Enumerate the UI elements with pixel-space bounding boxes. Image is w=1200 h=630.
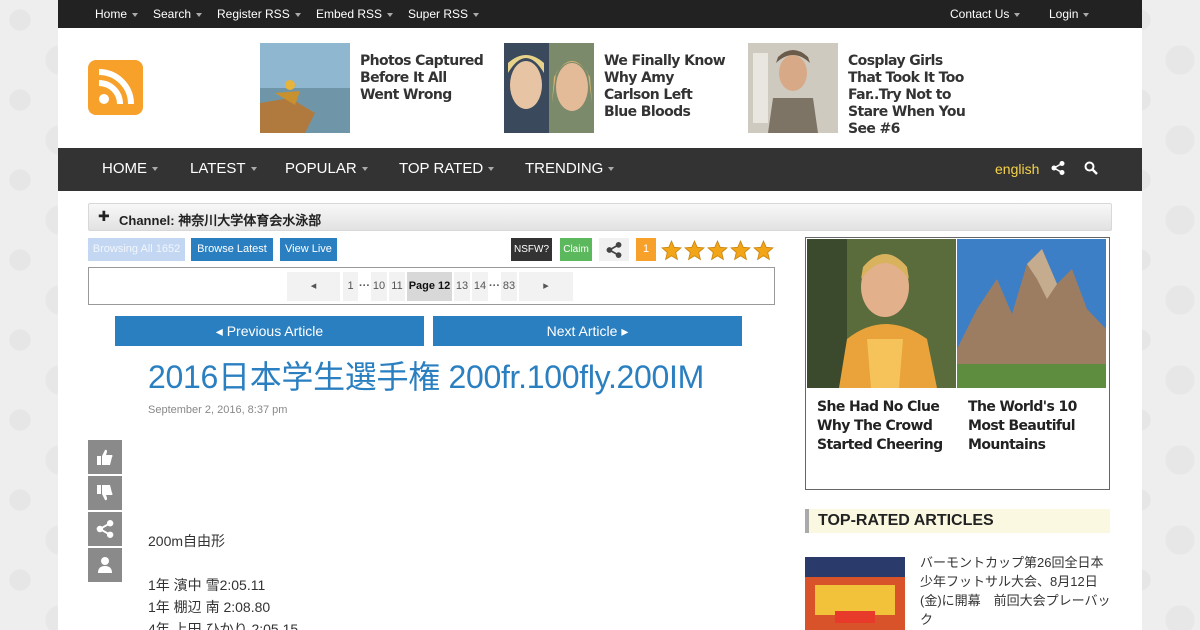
plus-icon: ✚ (98, 208, 110, 224)
chevron-down-icon (196, 12, 203, 17)
chevron-down-icon (488, 167, 495, 172)
top-rated-title: TOP-RATED ARTICLES (818, 512, 994, 529)
chevron-down-icon (608, 167, 615, 172)
next-article-button[interactable]: Next Article ▸ (433, 316, 742, 346)
language-selector[interactable]: english (995, 161, 1039, 177)
channel-bar[interactable]: ✚ Channel: 神奈川大学体育会水泳部 (88, 203, 1112, 231)
pager-page-link[interactable]: 1 (343, 272, 358, 301)
star-icon[interactable] (661, 240, 682, 261)
main-nav-trending[interactable]: TRENDING (525, 160, 615, 177)
article-title: 2016日本学生選手権 200fr.100fly.200IM (148, 359, 704, 395)
chevron-down-icon (152, 167, 158, 172)
promo-thumbnail (504, 43, 594, 133)
author-button[interactable] (88, 548, 122, 582)
chevron-down-icon (1014, 12, 1021, 17)
star-icon[interactable] (707, 240, 728, 261)
star-icon[interactable] (684, 240, 705, 261)
sidebar-card-image[interactable] (957, 239, 1106, 388)
sidebar-card-title[interactable]: She Had No Clue Why The Crowd Started Ch… (817, 398, 955, 455)
previous-article-button[interactable]: ◂ Previous Article (115, 316, 424, 346)
pager-prev-button[interactable]: ◂ (287, 272, 340, 301)
share-button[interactable] (599, 238, 629, 261)
thumbs-up-icon (97, 449, 113, 465)
page: Home Search Register RSS Embed RSS Super… (58, 0, 1142, 630)
search-icon[interactable] (1084, 161, 1098, 180)
top-nav-contact-us[interactable]: Contact Us (950, 7, 1021, 21)
top-nav-embed-rss[interactable]: Embed RSS (316, 7, 394, 21)
chevron-down-icon (250, 167, 257, 172)
pager-page-link[interactable]: 11 (389, 272, 405, 301)
top-nav-register-rss[interactable]: Register RSS (217, 7, 301, 21)
sidebar-card-image[interactable] (807, 239, 956, 388)
like-button[interactable] (88, 440, 122, 474)
chevron-down-icon (1083, 12, 1090, 17)
pager-page-link[interactable]: 14 (472, 272, 488, 301)
nsfw-button[interactable]: NSFW? (511, 238, 552, 261)
thumbs-down-icon (97, 485, 113, 501)
star-icon[interactable] (753, 240, 774, 261)
main-nav-popular[interactable]: POPULAR (285, 160, 368, 177)
pager-page-link[interactable]: 83 (501, 272, 517, 301)
promo-thumbnail (260, 43, 350, 133)
share-button[interactable] (88, 512, 122, 546)
pager-page-link[interactable]: 13 (454, 272, 470, 301)
star-icon[interactable] (730, 240, 751, 261)
pagination: ◂ 1 ··· 10 11 Page 12 13 14 ··· 83 ▸ (88, 267, 775, 305)
top-rated-header: TOP-RATED ARTICLES (805, 509, 1110, 533)
chevron-down-icon (294, 12, 301, 17)
chevron-down-icon (387, 12, 394, 17)
article-line: 1年 濱中 雪2:05.11 (148, 577, 266, 593)
sidebar-promo-box: She Had No Clue Why The Crowd Started Ch… (805, 237, 1110, 490)
main-nav-latest[interactable]: LATEST (190, 160, 257, 177)
rating-stars[interactable] (661, 240, 776, 266)
share-icon[interactable] (1051, 161, 1065, 180)
share-icon (96, 520, 114, 538)
main-nav-top-rated[interactable]: TOP RATED (399, 160, 495, 177)
main-nav: HOME LATEST POPULAR TOP RATED TRENDING e… (58, 148, 1142, 191)
rss-icon (98, 69, 134, 105)
promo-title: We Finally Know Why Amy Carlson Left Blu… (604, 53, 726, 120)
dislike-button[interactable] (88, 476, 122, 510)
article-line: 1年 棚辺 南 2:08.80 (148, 599, 271, 615)
pager-next-button[interactable]: ▸ (519, 272, 573, 301)
rating-count-badge: 1 (636, 238, 656, 261)
chevron-down-icon (132, 12, 139, 17)
chevron-down-icon (361, 167, 368, 172)
claim-button[interactable]: Claim (560, 238, 592, 261)
chevron-down-icon (473, 12, 480, 17)
pager-ellipsis: ··· (359, 272, 370, 301)
top-nav-search[interactable]: Search (153, 7, 203, 21)
article-line: 4年 上田 ひかり 2:05.15 (148, 621, 299, 630)
pager-page-link[interactable]: 10 (371, 272, 387, 301)
top-nav-login[interactable]: Login (1049, 7, 1090, 21)
article-date: September 2, 2016, 8:37 pm (148, 404, 288, 416)
promo-title: Photos Captured Before It All Went Wrong (360, 53, 484, 103)
top-rated-item-title[interactable]: バーモントカップ第26回全日本少年フットサル大会、8月12日(金)に開幕 前回大… (920, 553, 1112, 629)
user-icon (98, 557, 112, 573)
article-heading: 200m自由形 (148, 533, 226, 549)
promo-title: Cosplay Girls That Took It Too Far..Try … (848, 53, 966, 137)
browsing-all-button: Browsing All 1652 (88, 238, 185, 261)
browse-latest-button[interactable]: Browse Latest (191, 238, 273, 261)
rss-logo[interactable] (88, 60, 143, 115)
top-nav-home[interactable]: Home (95, 7, 139, 21)
top-nav-super-rss[interactable]: Super RSS (408, 7, 480, 21)
main-nav-home[interactable]: HOME (102, 160, 158, 177)
sidebar-card-title[interactable]: The World's 10 Most Beautiful Mountains (968, 398, 1106, 455)
caret-left-icon: ◂ (215, 323, 227, 339)
caret-right-icon: ▸ (617, 323, 629, 339)
caret-left-icon: ◂ (310, 280, 317, 292)
channel-title: Channel: 神奈川大学体育会水泳部 (119, 213, 322, 228)
caret-right-icon: ▸ (543, 280, 549, 292)
pager-current-page: Page 12 (407, 272, 452, 301)
promo-thumbnail (748, 43, 838, 133)
top-bar: Home Search Register RSS Embed RSS Super… (58, 0, 1142, 28)
pager-ellipsis: ··· (489, 272, 500, 301)
share-icon (606, 242, 622, 258)
view-live-button[interactable]: View Live (280, 238, 337, 261)
top-rated-thumbnail[interactable] (805, 557, 905, 630)
